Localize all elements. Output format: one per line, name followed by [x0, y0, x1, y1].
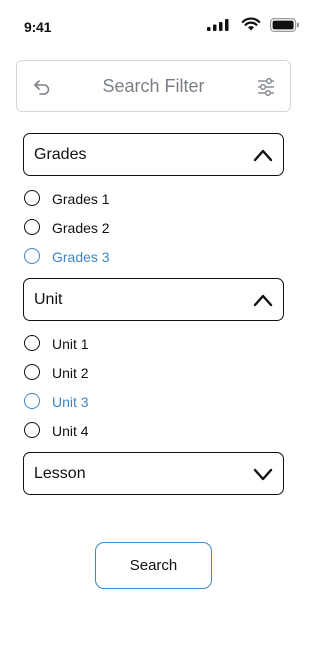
cellular-signal-icon — [207, 19, 229, 31]
grades-dropdown-label: Grades — [34, 146, 87, 163]
radio-button[interactable] — [24, 335, 40, 351]
radio-button[interactable] — [24, 393, 40, 409]
chevron-up-icon — [253, 294, 273, 307]
status-bar: 9:41 — [0, 0, 307, 50]
radio-button[interactable] — [24, 248, 40, 264]
lesson-dropdown[interactable]: Lesson — [23, 452, 284, 495]
radio-button[interactable] — [24, 190, 40, 206]
wifi-icon — [241, 17, 261, 31]
option-label: Unit 2 — [52, 365, 89, 381]
unit-dropdown-label: Unit — [34, 291, 63, 308]
search-filter-title: Search Filter — [102, 76, 205, 96]
option-label: Unit 1 — [52, 336, 89, 352]
radio-button[interactable] — [24, 422, 40, 438]
radio-button[interactable] — [24, 364, 40, 380]
grades-dropdown[interactable]: Grades — [23, 133, 284, 176]
radio-button[interactable] — [24, 219, 40, 235]
status-time: 9:41 — [24, 19, 52, 35]
chevron-up-icon — [253, 149, 273, 162]
chevron-down-icon — [253, 468, 273, 481]
lesson-dropdown-label: Lesson — [34, 465, 86, 482]
battery-icon — [270, 18, 299, 32]
option-label: Unit 3 — [52, 394, 89, 410]
option-label: Grades 1 — [52, 191, 110, 207]
filter-sliders-icon[interactable] — [257, 77, 275, 97]
option-label: Grades 3 — [52, 249, 110, 265]
option-label: Unit 4 — [52, 423, 89, 439]
unit-dropdown[interactable]: Unit — [23, 278, 284, 321]
search-filter-bar: Search Filter — [16, 60, 291, 112]
search-button[interactable]: Search — [95, 542, 212, 589]
option-label: Grades 2 — [52, 220, 110, 236]
